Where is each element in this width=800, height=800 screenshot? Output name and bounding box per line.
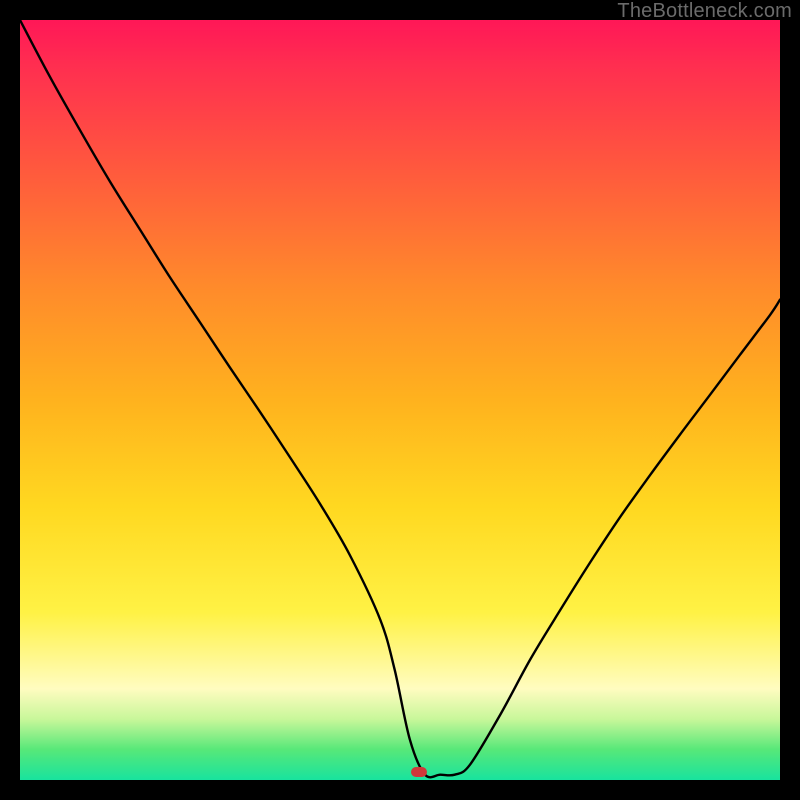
background-gradient bbox=[20, 20, 780, 780]
plot-area bbox=[20, 20, 780, 780]
chart-stage: TheBottleneck.com bbox=[0, 0, 800, 800]
